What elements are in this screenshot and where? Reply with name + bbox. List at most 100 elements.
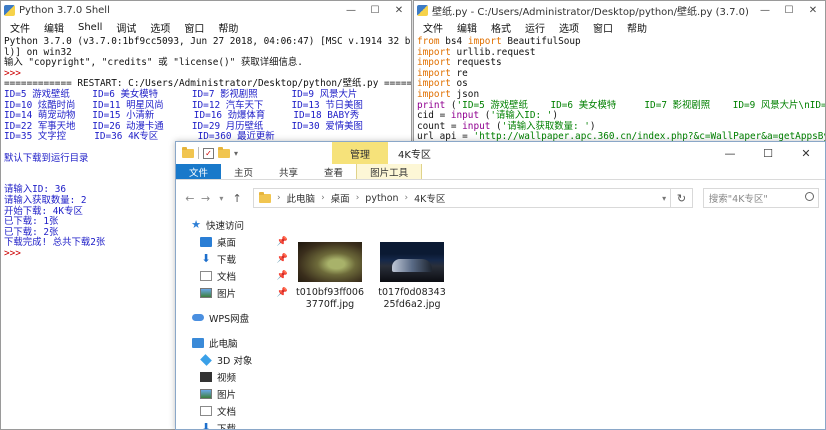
nav-item-pc-pictures[interactable]: 图片 (176, 385, 294, 402)
file-item[interactable]: t010bf93ff0063770ff.jpg (296, 242, 364, 311)
code-token: cid = (417, 110, 451, 122)
editor-menu-edit[interactable]: 编辑 (450, 20, 484, 35)
search-input[interactable]: 搜索"4K专区" (702, 188, 819, 208)
close-button[interactable]: ✕ (387, 1, 411, 19)
code-token: '请输入ID: ' (490, 110, 553, 122)
ribbon-tab-file[interactable]: 文件 (176, 164, 222, 179)
breadcrumb-desktop[interactable]: 桌面 (331, 191, 350, 205)
address-bar[interactable]: › 此电脑 › 桌面 › python › 4K专区 ▾ (252, 188, 672, 208)
shell-line: Python 3.7.0 (v3.7.0:1bf9cc5093, Jun 27 … (4, 36, 412, 47)
properties-icon[interactable]: ✓ (203, 147, 214, 159)
nav-item-pictures[interactable]: 图片 📌 (176, 284, 294, 301)
code-token: count = (417, 120, 463, 132)
chevron-right-icon[interactable]: › (277, 193, 281, 203)
code-token: import (467, 36, 502, 47)
shell-menu-debug[interactable]: 调试 (109, 20, 143, 35)
code-token: import (417, 88, 451, 100)
minimize-button[interactable]: — (339, 1, 363, 19)
editor-menu-format[interactable]: 格式 (484, 20, 518, 35)
code-line: import requests (417, 57, 825, 69)
editor-menu-window[interactable]: 窗口 (586, 20, 620, 35)
code-token: BeautifulSoup (501, 36, 581, 47)
manage-context-tab[interactable]: 管理 (332, 142, 388, 164)
editor-titlebar[interactable]: 壁纸.py - C:/Users/Administrator/Desktop/p… (414, 1, 825, 19)
new-folder-icon[interactable] (218, 146, 230, 158)
code-token: import (417, 67, 451, 79)
code-token: 'ID=5 游戏壁纸 ID=6 美女模特 ID=7 影视剧照 ID=9 风景大片… (456, 99, 826, 111)
shell-menu-shell[interactable]: Shell (71, 22, 109, 33)
explorer-minimize-button[interactable]: — (711, 142, 749, 164)
shell-menu-help[interactable]: 帮助 (211, 20, 245, 35)
nav-item-videos[interactable]: 视频 (176, 368, 294, 385)
pictures-icon (200, 388, 212, 399)
file-item[interactable]: t017f0d0834325fd6a2.jpg (378, 242, 446, 311)
document-icon (200, 405, 212, 416)
code-token: input (450, 110, 480, 122)
shell-menu-file[interactable]: 文件 (3, 20, 37, 35)
navigation-pane: ★ 快速访问 桌面 📌 ⬇ 下载 📌 文档 📌 图片 📌 WPS网盘 此电脑 3… (176, 216, 294, 429)
code-token: ( (490, 120, 502, 132)
editor-menu-run[interactable]: 运行 (518, 20, 552, 35)
editor-menu-options[interactable]: 选项 (552, 20, 586, 35)
nav-wps-drive[interactable]: WPS网盘 (176, 309, 294, 326)
shell-line: 输入 "copyright", "credits" 或 "license()" … (4, 57, 303, 69)
code-token: re (450, 67, 468, 79)
explorer-titlebar[interactable]: ✓ ▾ 管理 4K专区 — ☐ ✕ (176, 142, 825, 164)
nav-item-downloads[interactable]: ⬇ 下载 📌 (176, 250, 294, 267)
ribbon-tab-picture-tools[interactable]: 图片工具 (356, 164, 423, 179)
ribbon-tab-view[interactable]: 查看 (311, 164, 356, 179)
code-token: ) (589, 120, 596, 132)
nav-item-pc-downloads[interactable]: ⬇ 下载 (176, 419, 294, 430)
editor-close-button[interactable]: ✕ (801, 1, 825, 19)
address-row: ← → ▾ ↑ › 此电脑 › 桌面 › python › 4K专区 ▾ ↻ 搜… (176, 180, 825, 216)
pin-icon: 📌 (276, 236, 288, 247)
up-arrow-icon[interactable]: ↑ (229, 192, 245, 205)
qa-dropdown-icon[interactable]: ▾ (234, 149, 238, 158)
explorer-close-button[interactable]: ✕ (787, 142, 825, 164)
document-icon (200, 270, 212, 281)
ribbon-tab-share[interactable]: 共享 (266, 164, 311, 179)
code-token: from (417, 36, 440, 47)
shell-menu-options[interactable]: 选项 (143, 20, 177, 35)
editor-menu-help[interactable]: 帮助 (620, 20, 654, 35)
recent-dropdown-icon[interactable]: ▾ (213, 194, 229, 203)
image-thumbnail (380, 242, 444, 282)
explorer-maximize-button[interactable]: ☐ (749, 142, 787, 164)
shell-menu-edit[interactable]: 编辑 (37, 20, 71, 35)
forward-arrow-icon[interactable]: → (198, 192, 214, 205)
editor-maximize-button[interactable]: ☐ (777, 1, 801, 19)
file-name: t017f0d0834325fd6a2.jpg (378, 287, 446, 310)
editor-menu-file[interactable]: 文件 (416, 20, 450, 35)
shell-menu-window[interactable]: 窗口 (177, 20, 211, 35)
breadcrumb-python[interactable]: python (365, 193, 398, 204)
code-token: ) (552, 110, 559, 122)
breadcrumb-this-pc[interactable]: 此电脑 (287, 191, 316, 205)
code-line: import re (417, 67, 825, 80)
nav-item-3d-objects[interactable]: 3D 对象 (176, 351, 294, 368)
maximize-button[interactable]: ☐ (363, 1, 387, 19)
cube-icon (200, 353, 212, 366)
address-dropdown-icon[interactable]: ▾ (662, 194, 666, 203)
download-icon: ⬇ (201, 420, 211, 430)
ribbon-tab-home[interactable]: 主页 (221, 164, 266, 179)
breadcrumb-4k[interactable]: 4K专区 (414, 191, 445, 205)
back-arrow-icon[interactable]: ← (182, 192, 198, 205)
nav-item-desktop[interactable]: 桌面 📌 (176, 233, 294, 250)
code-token: import (417, 78, 451, 90)
file-name: t010bf93ff0063770ff.jpg (296, 287, 364, 310)
shell-titlebar[interactable]: Python 3.7.0 Shell — ☐ ✕ (1, 1, 411, 19)
chevron-right-icon[interactable]: › (356, 193, 360, 203)
code-token: input (462, 120, 491, 132)
folder-icon (182, 146, 194, 158)
nav-item-documents[interactable]: 文档 📌 (176, 267, 294, 284)
cloud-icon (192, 314, 204, 321)
nav-this-pc[interactable]: 此电脑 (176, 334, 294, 351)
nav-quick-access[interactable]: ★ 快速访问 (176, 216, 294, 233)
nav-item-pc-documents[interactable]: 文档 (176, 402, 294, 419)
refresh-icon[interactable]: ↻ (671, 188, 693, 208)
search-icon (804, 192, 814, 201)
code-token: requests (450, 57, 502, 69)
chevron-right-icon[interactable]: › (405, 193, 409, 203)
chevron-right-icon[interactable]: › (321, 193, 325, 203)
editor-minimize-button[interactable]: — (753, 1, 777, 19)
